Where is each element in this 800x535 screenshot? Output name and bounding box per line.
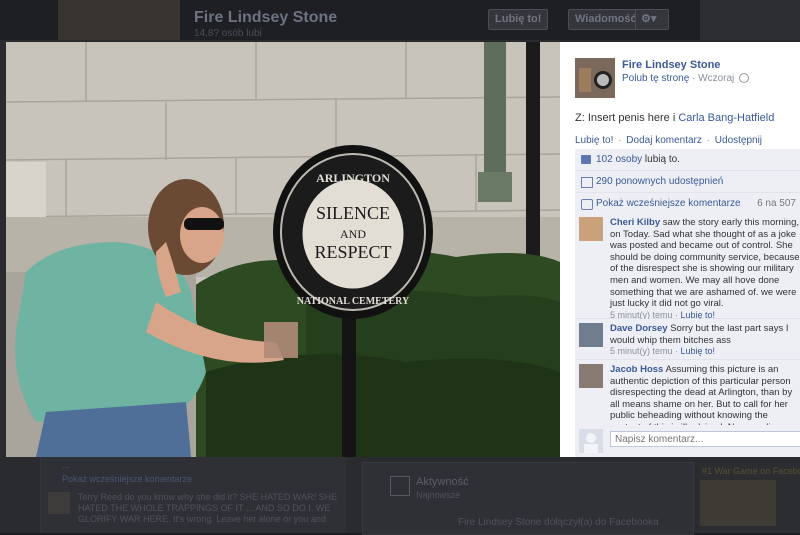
post-photo[interactable]: ARLINGTON SILENCE AND RESPECT NATIONAL C… [6,42,560,457]
likes-count-link[interactable]: 102 osoby [596,154,642,165]
comment-text: saw the story early this morning, on Tod… [610,217,800,310]
comment-body: Cheri Kilby saw the story early this mor… [610,217,800,321]
background-activity-label: Aktywność [416,476,469,488]
background-joined-text: Fire Lindsey Stone dołączył(a) do Facebo… [458,517,659,528]
page-avatar[interactable] [575,58,615,98]
comment-input[interactable] [610,431,800,447]
share-icon [581,177,593,188]
background-gear-icon: ⚙▾ [635,9,669,30]
comment-meta: 5 minut(y) temu · Lubię to! [610,346,716,357]
post-actions: Lubię to! · Dodaj komentarz · Udostępnij [575,135,763,146]
photo-image: ARLINGTON SILENCE AND RESPECT NATIONAL C… [6,42,560,457]
comment-avatar[interactable] [579,364,603,388]
comment-avatar[interactable] [579,217,603,241]
likes-row: 102 osoby lubią to. [575,149,800,171]
tagged-person-link[interactable]: Carla Bang-Hatfield [678,112,774,124]
post-meta: Polub tę stronę · Wczoraj [622,73,750,84]
comment-author-link[interactable]: Dave Dorsey [610,323,668,334]
comment-item: Jacob Hoss Assuming this picture is an a… [575,360,800,426]
background-comment-link: ... [62,460,70,470]
show-earlier-comments-link[interactable]: Pokaż wcześniejsze komentarze [596,198,741,209]
sign-line-3: RESPECT [314,242,391,262]
background-cover-thumbnail [58,0,180,40]
viewer-avatar [579,429,603,453]
background-message-button: Wiadomość [568,9,644,30]
comment-body: Jacob Hoss Assuming this picture is an a… [610,364,800,425]
sign-bottom-text: NATIONAL CEMETERY [297,296,410,307]
post-time[interactable]: Wczoraj [698,73,734,84]
comment-composer [575,425,800,457]
thumbs-up-icon [581,155,591,164]
background-page-title: Fire Lindsey Stone [194,9,338,26]
background-ad-image [700,480,776,526]
sign-line-1: SILENCE [316,203,390,223]
comment-body: Dave Dorsey Sorry but the last part says… [610,323,800,358]
follow-page-link[interactable]: Polub tę stronę [622,73,689,84]
page-name-link[interactable]: Fire Lindsey Stone [622,59,720,71]
comment-avatar[interactable] [579,323,603,347]
earlier-comments-row: Pokaż wcześniejsze komentarze 6 na 507 [575,193,800,215]
comment-like-link[interactable]: Lubię to! [681,346,716,356]
shares-count-link[interactable]: 290 ponownych udostępnień [596,176,723,187]
comment-author-link[interactable]: Cheri Kilby [610,217,660,228]
likes-suffix: lubią to. [642,154,680,165]
background-page-subtitle: 14,8? osób lubi [194,28,262,39]
globe-icon [739,73,750,84]
sign-top-text: ARLINGTON [316,171,390,185]
background-avatar [48,492,70,514]
comments-icon [581,199,593,210]
photo-lightbox: ARLINGTON SILENCE AND RESPECT NATIONAL C… [6,42,800,457]
comment-author-link[interactable]: Jacob Hoss [610,364,663,375]
comment-item: Dave Dorsey Sorry but the last part says… [575,319,800,360]
like-action[interactable]: Lubię to! [575,135,613,146]
background-like-button: Lubię to! [488,9,549,30]
ufi-summary: 102 osoby lubią to. 290 ponownych udostę… [575,149,800,215]
comment-counter: 6 na 507 [757,198,796,209]
post-caption: Z: Insert penis here i Carla Bang-Hatfie… [575,112,774,124]
comment-item: Cheri Kilby saw the story early this mor… [575,213,800,321]
sign-line-2: AND [340,227,366,241]
background-ad-title: #1 War Game on Facebook [702,466,800,476]
background-right-panel [700,0,800,40]
share-action[interactable]: Udostępnij [715,135,762,146]
background-page-header: Fire Lindsey Stone 14,8? osób lubi Lubię… [0,0,800,40]
post-details-panel: Fire Lindsey Stone Polub tę stronę · Wcz… [560,42,800,457]
shares-row: 290 ponownych udostępnień [575,171,800,193]
comment-time[interactable]: 5 minut(y) temu [610,346,673,356]
background-show-earlier: Pokaż wcześniejsze komentarze [62,474,193,484]
background-activity-icon [390,476,410,496]
caption-text: Z: Insert penis here i [575,112,679,124]
background-comment-text: Terry Reed do you know why she did it? S… [78,492,338,524]
background-activity-sub: Najnowsze [416,490,461,500]
comment-action[interactable]: Dodaj komentarz [626,135,702,146]
